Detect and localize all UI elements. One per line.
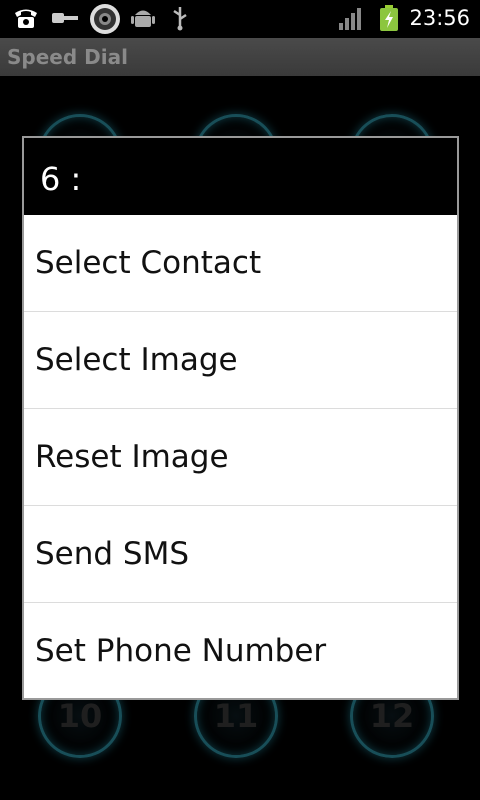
app-title: Speed Dial — [7, 45, 128, 69]
menu-item-label: Send SMS — [35, 536, 190, 572]
app-title-bar: Speed Dial — [0, 38, 480, 76]
dialog-header: 6 : — [24, 138, 457, 215]
android-icon — [131, 10, 155, 27]
status-bar: 23:56 — [0, 0, 480, 38]
menu-item-label: Reset Image — [35, 439, 229, 475]
menu-item-label: Select Image — [35, 342, 238, 378]
battery-charging-icon — [380, 5, 398, 31]
dialog-title: 6 : — [40, 160, 82, 198]
menu-item-reset-image[interactable]: Reset Image — [24, 409, 457, 506]
menu-item-set-phone-number[interactable]: Set Phone Number — [24, 603, 457, 698]
phone-icon — [15, 9, 37, 28]
camera-lens-icon — [90, 4, 120, 34]
clock-time: 23:56 — [409, 6, 470, 30]
menu-item-send-sms[interactable]: Send SMS — [24, 506, 457, 603]
menu-item-select-image[interactable]: Select Image — [24, 312, 457, 409]
context-menu-dialog: 6 : Select Contact Select Image Reset Im… — [22, 136, 459, 700]
key-icon — [52, 13, 78, 23]
usb-icon — [173, 7, 187, 31]
menu-item-select-contact[interactable]: Select Contact — [24, 215, 457, 312]
signal-icon — [339, 8, 361, 30]
menu-item-label: Select Contact — [35, 245, 262, 281]
menu-item-label: Set Phone Number — [35, 633, 327, 669]
